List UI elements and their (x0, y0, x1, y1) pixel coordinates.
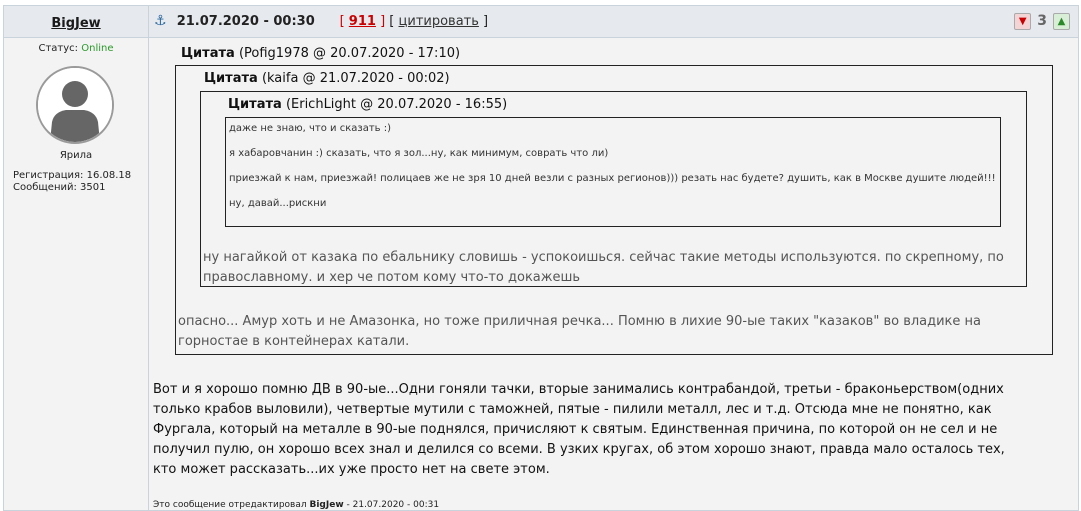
message-count: Сообщений: 3501 (13, 182, 106, 193)
user-stats: Регистрация: 16.08.18 Сообщений: 3501 (13, 170, 131, 194)
user-status: Статус: Online (4, 43, 148, 54)
anchor-icon[interactable]: ⚓ (154, 13, 167, 29)
quote-2-meta: (kaifa @ 21.07.2020 - 00:02) (261, 71, 450, 86)
post-meta: ⚓ 21.07.2020 - 00:30 [ 911 ] [ цитироват… (154, 6, 488, 37)
quote-2-text: ну нагайкой от казака по ебальнику слови… (203, 250, 1004, 285)
bracket-open: [ (339, 14, 345, 29)
quote-1-meta: (Pofig1978 @ 20.07.2020 - 17:10) (238, 46, 461, 61)
default-avatar-icon (38, 68, 112, 142)
post-date: 21.07.2020 - 00:30 (176, 14, 315, 29)
bracket-close: ] (380, 14, 386, 29)
quote-3-meta: (ErichLight @ 20.07.2020 - 16:55) (285, 97, 508, 112)
quote-1-label: Цитата (181, 46, 235, 61)
quote-button[interactable]: цитировать (399, 14, 479, 29)
forum-post: BigJew ⚓ 21.07.2020 - 00:30 [ 911 ] [ ци… (3, 5, 1079, 511)
author-sidebar: Статус: Online Ярила Регистрация: 16.08.… (4, 37, 149, 510)
user-title: Ярила (59, 150, 93, 161)
quote-1-title: Цитата (Pofig1978 @ 20.07.2020 - 17:10) (181, 46, 460, 61)
post-content: Цитата (Pofig1978 @ 20.07.2020 - 17:10) … (151, 37, 1077, 510)
post-header: BigJew ⚓ 21.07.2020 - 00:30 [ 911 ] [ ци… (4, 6, 1078, 38)
registration-date: Регистрация: 16.08.18 (13, 170, 132, 181)
quote-3-title: Цитата (ErichLight @ 20.07.2020 - 16:55) (228, 97, 507, 112)
quote-bracket-open: [ (389, 14, 395, 29)
quote-3-label: Цитата (228, 97, 282, 112)
quote-3-line: даже не знаю, что и сказать :) (229, 123, 391, 134)
author-link[interactable]: BigJew (51, 16, 100, 31)
thumb-up-icon[interactable]: ▲ (1053, 12, 1070, 30)
post-rating: ▼ 3 ▲ (1014, 12, 1070, 31)
avatar[interactable] (36, 66, 114, 144)
edited-suffix: - 21.07.2020 - 00:31 (346, 500, 440, 510)
quote-2-label: Цитата (204, 71, 258, 86)
quote-2-box: Цитата (ErichLight @ 20.07.2020 - 16:55)… (200, 91, 1027, 287)
post-body-text: Вот и я хорошо помню ДВ в 90-ые...Одни г… (153, 382, 1005, 477)
edited-user: BigJew (309, 500, 344, 510)
quote-1-text: опасно... Амур хоть и не Амазонка, но то… (178, 314, 982, 349)
quote-3-line: я хабаровчанин :) сказать, что я зол...н… (229, 148, 609, 159)
quote-bracket-close: ] (483, 14, 489, 29)
author-cell: BigJew (4, 6, 149, 37)
edited-prefix: Это сообщение отредактировал (153, 500, 307, 510)
edited-note: Это сообщение отредактировал BigJew - 21… (153, 500, 439, 510)
rating-value: 3 (1037, 13, 1047, 29)
status-label: Статус: (38, 43, 79, 54)
quote-1-box: Цитата (kaifa @ 21.07.2020 - 00:02) Цита… (175, 65, 1053, 355)
post-number-link[interactable]: 911 (349, 14, 376, 29)
thumb-down-icon[interactable]: ▼ (1014, 12, 1032, 30)
quote-3-box: даже не знаю, что и сказать :) я хабаров… (225, 117, 1001, 227)
quote-3-line: приезжай к нам, приезжай! полицаев же не… (229, 173, 996, 184)
quote-3-line: ну, давай...рискни (229, 198, 327, 209)
status-value: Online (81, 43, 114, 54)
quote-2-title: Цитата (kaifa @ 21.07.2020 - 00:02) (204, 71, 450, 86)
